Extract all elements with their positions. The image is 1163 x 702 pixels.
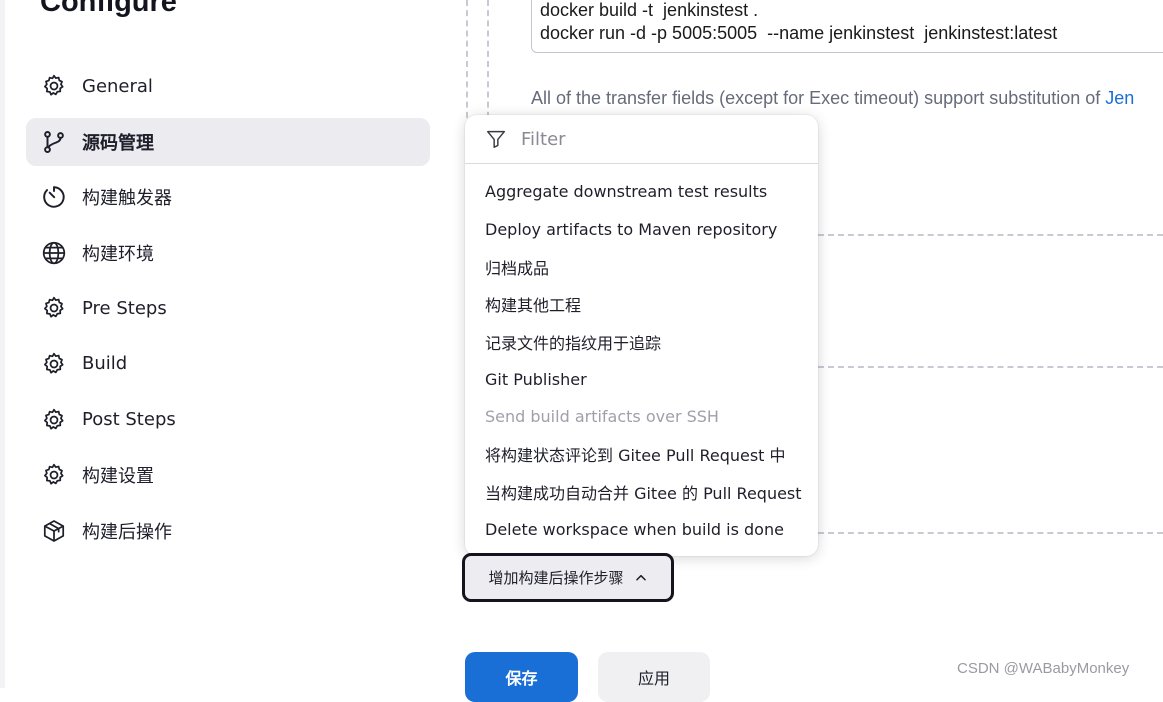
sidebar-item-label: 构建设置 [82, 466, 154, 488]
timer-icon [40, 183, 68, 211]
filter-input[interactable] [519, 127, 783, 151]
menu-item[interactable]: Aggregate downstream test results [465, 173, 818, 211]
sidebar-item-label: Post Steps [82, 409, 176, 431]
sidebar-item-general[interactable]: General [26, 62, 430, 110]
git-branch-icon [40, 128, 68, 156]
section-border [487, 0, 489, 128]
gear-icon [40, 72, 68, 100]
apply-button[interactable]: 应用 [598, 652, 710, 702]
add-post-build-step-button[interactable]: 增加构建后操作步骤 [462, 553, 674, 602]
sidebar-item-source-control[interactable]: 源码管理 [26, 117, 430, 166]
sidebar-item-label: Build [82, 353, 128, 375]
sidebar-item-build-settings[interactable]: 构建设置 [26, 451, 430, 499]
menu-list: Aggregate downstream test results Deploy… [465, 164, 818, 548]
section-border [818, 366, 1163, 368]
sidebar-item-build-triggers[interactable]: 构建触发器 [26, 173, 430, 221]
gear-icon [40, 461, 68, 489]
sidebar-item-label: 源码管理 [82, 132, 154, 154]
sidebar-item-label: General [82, 75, 153, 97]
gear-icon [40, 350, 68, 378]
menu-item[interactable]: 构建其他工程 [465, 286, 818, 324]
section-border [818, 532, 1163, 534]
section-border [818, 234, 1163, 236]
menu-item[interactable]: Git Publisher [465, 361, 818, 399]
menu-item[interactable]: Deploy artifacts to Maven repository [465, 211, 818, 249]
sidebar-item-label: 构建触发器 [82, 188, 172, 210]
menu-item[interactable]: Delete workspace when build is done [465, 511, 818, 549]
sidebar: General 源码管理 构建触发器 构建环境 Pre Steps Build [26, 62, 430, 562]
post-build-step-dropdown: Aggregate downstream test results Deploy… [465, 115, 818, 556]
exec-command-textarea[interactable]: docker build -t jenkinstest . docker run… [531, 0, 1163, 53]
gear-icon [40, 406, 68, 434]
menu-item[interactable]: 将构建状态评论到 Gitee Pull Request 中 [465, 436, 818, 474]
sidebar-item-post-build-actions[interactable]: 构建后操作 [26, 507, 430, 555]
left-edge-border [0, 0, 5, 688]
transfer-help-text: All of the transfer fields (except for E… [531, 88, 1134, 109]
sidebar-item-label: 构建后操作 [82, 521, 172, 543]
add-step-label: 增加构建后操作步骤 [488, 569, 624, 587]
globe-icon [40, 239, 68, 267]
gear-icon [40, 294, 68, 322]
sidebar-item-build[interactable]: Build [26, 340, 430, 388]
filter-icon [487, 130, 505, 148]
watermark: CSDN @WABabyMonkey [957, 660, 1130, 677]
save-button[interactable]: 保存 [465, 652, 578, 702]
menu-item-disabled: Send build artifacts over SSH [485, 407, 719, 427]
filter-row [465, 115, 818, 164]
help-text-body: All of the transfer fields (except for E… [531, 88, 1106, 108]
exec-command-line: docker run -d -p 5005:5005 --name jenkin… [540, 23, 1058, 43]
chevron-up-icon [635, 574, 646, 581]
page-title: Configure [40, 0, 177, 18]
sidebar-item-pre-steps[interactable]: Pre Steps [26, 284, 430, 332]
help-link[interactable]: Jen [1105, 88, 1134, 108]
exec-command-line: docker build -t jenkinstest . [540, 0, 759, 20]
menu-item[interactable]: 当构建成功自动合并 Gitee 的 Pull Request [465, 473, 818, 511]
sidebar-item-label: 构建环境 [82, 243, 154, 265]
menu-item[interactable]: 记录文件的指纹用于追踪 [465, 323, 818, 361]
sidebar-item-label: Pre Steps [82, 297, 167, 319]
section-border [466, 0, 468, 128]
menu-item[interactable]: 归档成品 [465, 248, 818, 286]
sidebar-item-build-environment[interactable]: 构建环境 [26, 229, 430, 277]
sidebar-item-post-steps[interactable]: Post Steps [26, 396, 430, 444]
package-icon [40, 517, 68, 545]
